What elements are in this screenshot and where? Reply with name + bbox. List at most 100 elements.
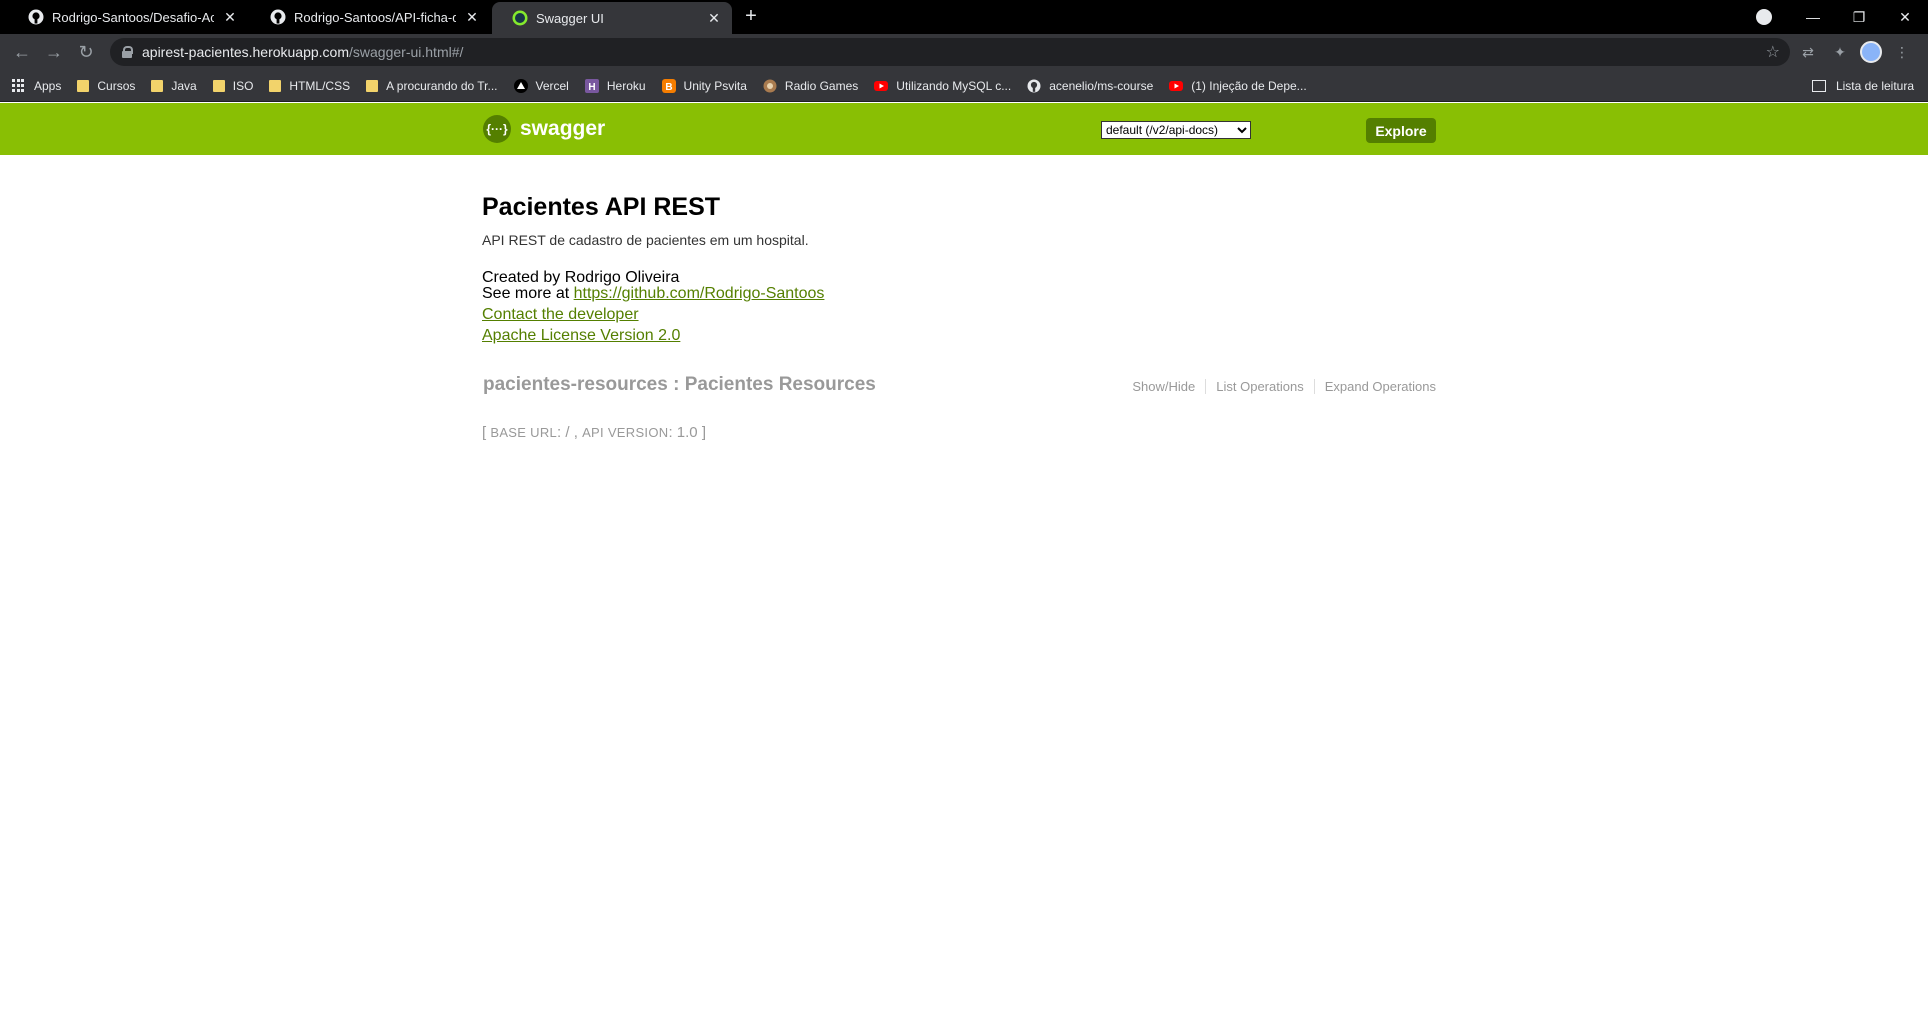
tab-title: Rodrigo-Santoos/Desafio-Academ <box>52 9 214 25</box>
bookmark-label: HTML/CSS <box>289 78 351 93</box>
bookmark-acenelio[interactable]: acenelio/ms-course <box>1027 79 1153 93</box>
svg-text:H: H <box>588 82 595 93</box>
github-icon <box>270 9 286 25</box>
swagger-header: {···} swagger default (/v2/api-docs) Exp… <box>0 103 1928 155</box>
tab-search-icon[interactable] <box>1756 9 1772 25</box>
bookmark-a-procurando[interactable]: A procurando do Tr... <box>366 78 498 93</box>
forward-button[interactable]: → <box>42 40 66 64</box>
bookmark-label: Cursos <box>97 78 136 93</box>
close-icon[interactable]: ✕ <box>706 10 722 26</box>
bookmark-label: A procurando do Tr... <box>386 78 498 93</box>
heroku-icon: H <box>584 78 599 93</box>
back-button[interactable]: ← <box>10 40 34 64</box>
resource-title-link[interactable]: pacientes-resources : Pacientes Resource… <box>483 374 876 396</box>
bookmark-label: Radio Games <box>784 78 859 93</box>
api-description: API REST de cadastro de pacientes em um … <box>482 232 809 248</box>
bookmark-apps[interactable]: Apps <box>12 78 62 93</box>
blogger-icon: B <box>661 78 676 93</box>
reading-list-button[interactable]: Lista de leitura <box>1811 70 1914 102</box>
github-icon <box>1027 79 1041 92</box>
reading-list-label: Lista de leitura <box>1835 79 1914 93</box>
api-version-value: : 1.0 <box>668 424 702 441</box>
base-url-info: [ BASE URL: / , API VERSION: 1.0 ] <box>482 424 706 441</box>
folder-icon <box>151 79 164 92</box>
close-icon[interactable]: ✕ <box>464 9 480 25</box>
base-url-label: BASE URL <box>490 425 558 440</box>
kebab-menu-icon[interactable]: ⋮ <box>1890 40 1914 64</box>
github-link[interactable]: https://github.com/Rodrigo-Santoos <box>574 285 825 302</box>
spec-select[interactable]: default (/v2/api-docs) <box>1101 121 1251 139</box>
bookmark-injecao[interactable]: (1) Injeção de Depe... <box>1169 79 1307 93</box>
apps-grid-icon <box>12 78 26 93</box>
close-icon[interactable]: ✕ <box>222 9 238 25</box>
address-bar[interactable]: apirest-pacientes.herokuapp.com/swagger-… <box>110 38 1790 66</box>
youtube-icon <box>874 80 889 91</box>
bookmark-star-icon[interactable]: ☆ <box>1766 42 1780 62</box>
bookmark-label: Apps <box>34 78 62 93</box>
bookmark-java[interactable]: Java <box>151 78 197 93</box>
bracket-close: ] <box>701 424 706 441</box>
youtube-icon <box>1169 80 1184 91</box>
swagger-icon <box>512 10 528 26</box>
explore-button[interactable]: Explore <box>1366 118 1436 143</box>
bookmark-label: acenelio/ms-course <box>1049 78 1154 93</box>
bookmark-label: Java <box>171 78 197 93</box>
swagger-logo-text: swagger <box>520 117 606 140</box>
avatar[interactable] <box>1860 41 1882 63</box>
tab-title: Swagger UI <box>536 10 604 26</box>
folder-icon <box>77 79 90 92</box>
folder-icon <box>269 79 282 92</box>
vercel-icon <box>513 78 528 93</box>
bookmarks-bar: Apps Cursos Java ISO HTML/CSS A procuran… <box>0 70 1928 102</box>
bookmark-html-css[interactable]: HTML/CSS <box>269 79 350 93</box>
api-version-label: API VERSION <box>582 425 669 440</box>
bookmark-radio-games[interactable]: Radio Games <box>763 79 858 93</box>
page-title: Pacientes API REST <box>482 193 721 221</box>
tab-api-ficha[interactable]: Rodrigo-Santoos/API-ficha-de-Pa ✕ <box>250 0 490 34</box>
list-operations-link[interactable]: List Operations <box>1206 379 1315 394</box>
lock-icon <box>122 46 133 58</box>
restore-button[interactable]: ❐ <box>1836 0 1882 34</box>
github-icon <box>28 9 44 25</box>
bookmark-iso[interactable]: ISO <box>212 78 254 93</box>
close-window-button[interactable]: ✕ <box>1882 0 1928 34</box>
folder-icon <box>212 79 225 92</box>
new-tab-button[interactable]: + <box>740 6 762 28</box>
bookmark-vercel[interactable]: Vercel <box>513 78 569 93</box>
reading-list-icon <box>1811 80 1826 92</box>
see-more: See more at https://github.com/Rodrigo-S… <box>482 285 824 303</box>
bookmark-label: Unity Psvita <box>683 78 747 93</box>
swagger-logo-icon: {···} <box>483 115 511 143</box>
url-host: apirest-pacientes.herokuapp.com <box>142 44 350 60</box>
bookmark-unity-psvita[interactable]: B Unity Psvita <box>661 78 747 93</box>
show-hide-link[interactable]: Show/Hide <box>1122 379 1207 394</box>
folder-icon <box>366 79 379 92</box>
url-path: /swagger-ui.html#/ <box>349 44 464 60</box>
puzzle-extensions-icon[interactable]: ✦ <box>1828 40 1852 64</box>
bookmark-cursos[interactable]: Cursos <box>77 79 135 93</box>
reload-button[interactable]: ↻ <box>74 40 98 64</box>
bookmark-utilizando-mysql[interactable]: Utilizando MySQL c... <box>874 79 1011 93</box>
bookmark-label: Utilizando MySQL c... <box>896 78 1012 93</box>
swagger-logo[interactable]: {···} swagger <box>483 115 605 143</box>
translate-icon[interactable]: ⇄ <box>1796 40 1820 64</box>
bookmark-label: ISO <box>232 78 254 93</box>
tab-strip: Rodrigo-Santoos/Desafio-Academ ✕ Rodrigo… <box>0 0 1928 34</box>
bookmark-label: Heroku <box>606 78 646 93</box>
expand-operations-link[interactable]: Expand Operations <box>1315 379 1436 394</box>
svg-text:B: B <box>665 82 672 93</box>
minimize-button[interactable]: — <box>1790 0 1836 34</box>
see-more-prefix: See more at <box>482 285 574 302</box>
bookmark-heroku[interactable]: H Heroku <box>584 78 646 93</box>
tab-swagger-ui[interactable]: Swagger UI ✕ <box>492 2 732 34</box>
license-link[interactable]: Apache License Version 2.0 <box>482 327 680 344</box>
radio-icon <box>763 79 777 92</box>
bookmark-label: Vercel <box>535 78 569 93</box>
tab-title: Rodrigo-Santoos/API-ficha-de-Pa <box>294 9 456 25</box>
separator: , <box>573 424 583 441</box>
base-url-value: : / <box>557 424 574 441</box>
browser-toolbar: ← → ↻ apirest-pacientes.herokuapp.com/sw… <box>0 34 1928 70</box>
contact-developer-link[interactable]: Contact the developer <box>482 306 639 323</box>
resource-operations: Show/Hide List Operations Expand Operati… <box>1122 379 1436 394</box>
tab-desafio[interactable]: Rodrigo-Santoos/Desafio-Academ ✕ <box>8 0 248 34</box>
